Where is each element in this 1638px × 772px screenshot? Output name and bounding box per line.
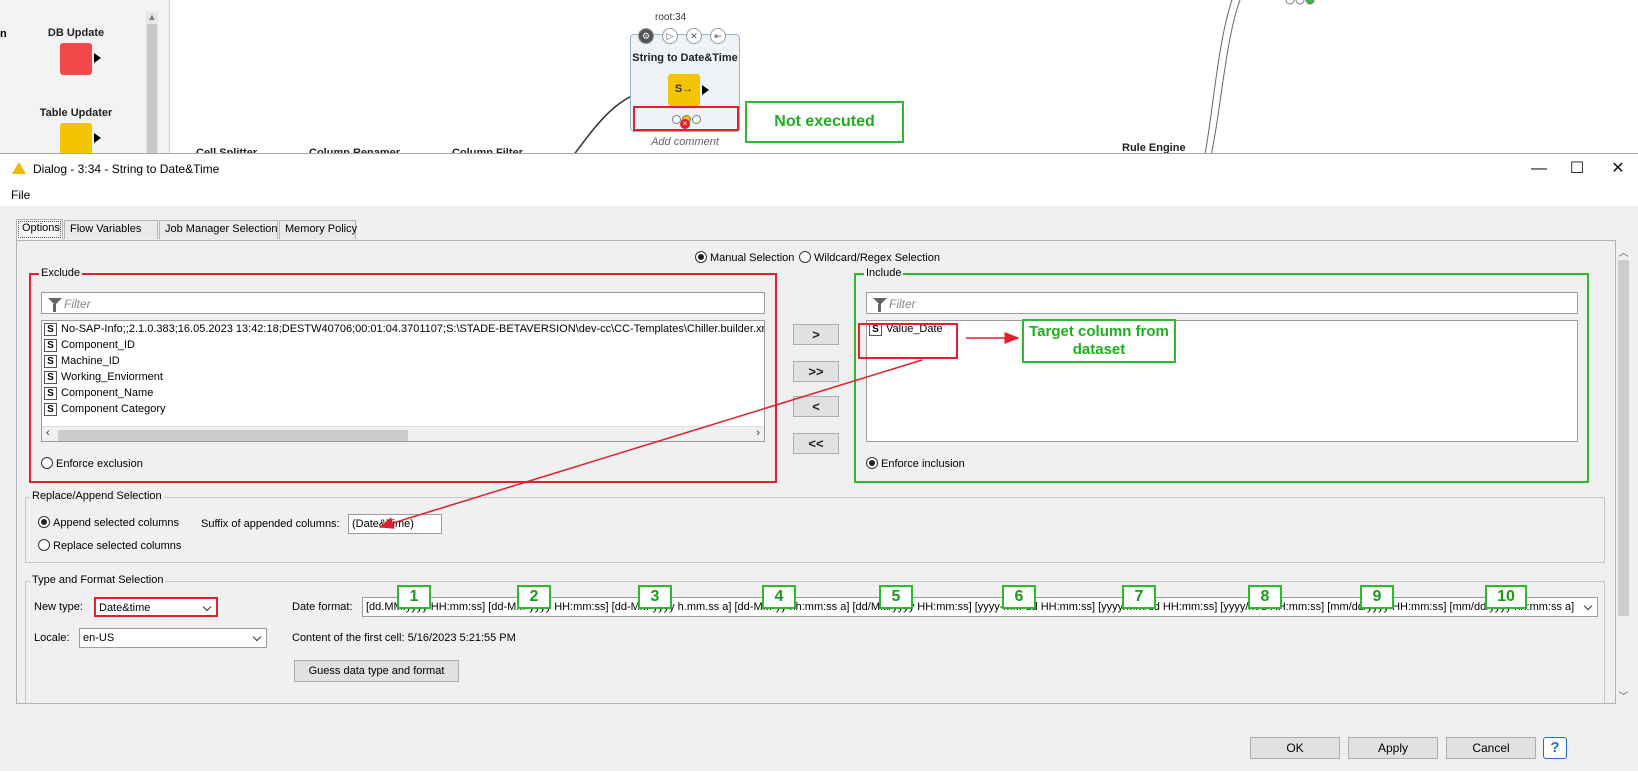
- ok-button[interactable]: OK: [1250, 737, 1340, 759]
- status-light-green-icon: [692, 115, 701, 124]
- not-executed-callout: Not executed: [745, 101, 904, 143]
- string-to-datetime-dialog: Dialog - 3:34 - String to Date&Time — ☐ …: [0, 153, 1638, 771]
- node-output-port-icon[interactable]: [702, 85, 709, 95]
- node-reset-icon[interactable]: ⇤: [710, 28, 726, 44]
- error-x-icon: ×: [680, 119, 690, 129]
- node-title: String to Date&Time: [632, 52, 738, 64]
- help-icon[interactable]: ?: [1543, 737, 1567, 759]
- cancel-button[interactable]: Cancel: [1446, 737, 1536, 759]
- node-configure-icon[interactable]: ⚙: [638, 28, 654, 44]
- node-cancel-icon[interactable]: ✕: [686, 28, 702, 44]
- node-execute-icon[interactable]: ▷: [662, 28, 678, 44]
- annotation-arrows: [378, 332, 1020, 529]
- workflow-canvas[interactable]: n DB Update Table Updater ▲ Cell Splitte…: [0, 0, 1638, 160]
- string-to-datetime-icon: S→: [668, 74, 700, 106]
- apply-button[interactable]: Apply: [1348, 737, 1438, 759]
- node-comment[interactable]: Add comment: [630, 136, 740, 148]
- node-id-label: root:34: [655, 12, 687, 23]
